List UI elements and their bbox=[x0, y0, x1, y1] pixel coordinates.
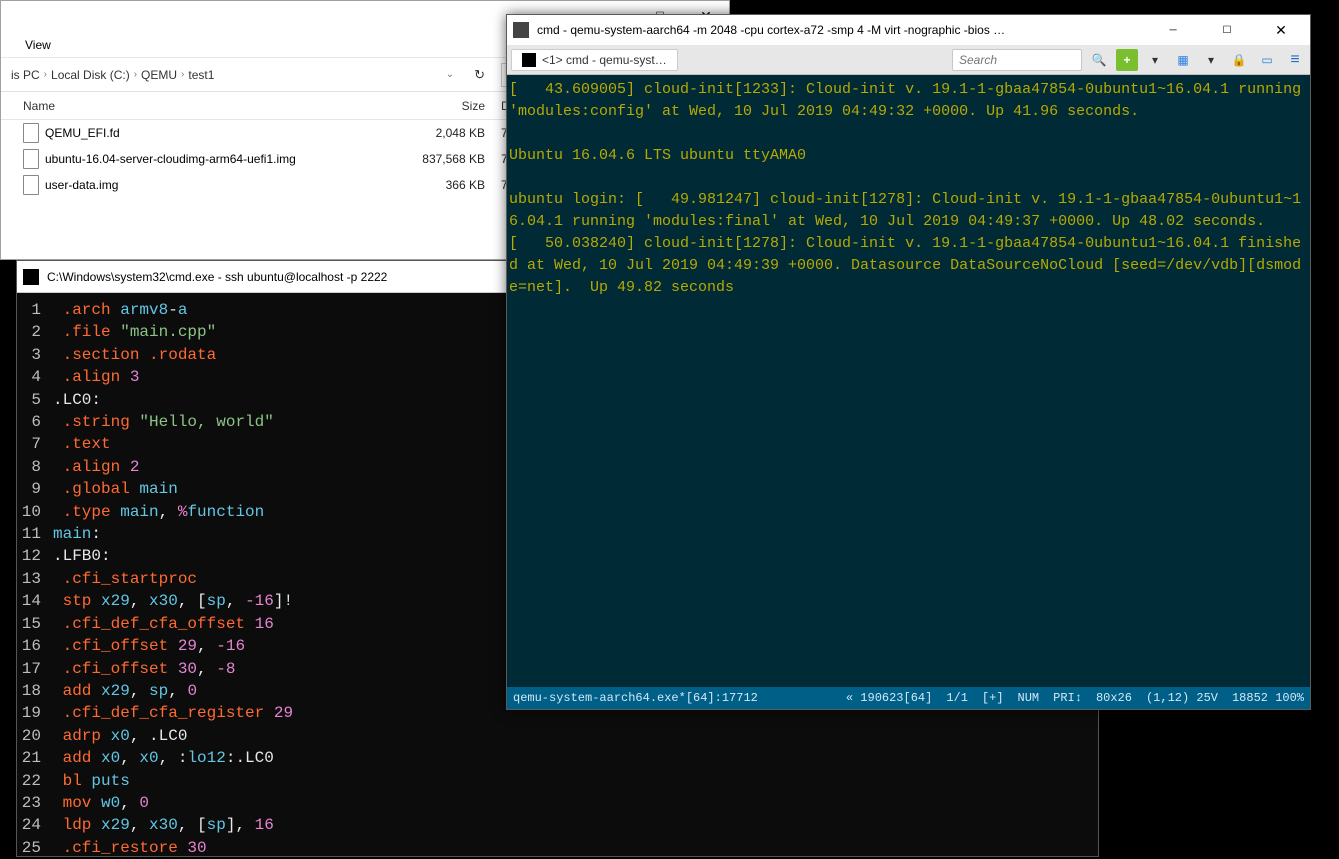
app-icon bbox=[513, 22, 529, 38]
breadcrumb-dropdown-icon[interactable]: ⌄ bbox=[442, 69, 458, 80]
chevron-right-icon: › bbox=[134, 69, 137, 80]
status-segment: 80x26 bbox=[1096, 691, 1132, 705]
status-segment: PRI↕ bbox=[1053, 691, 1082, 705]
line-number: 11 bbox=[17, 523, 53, 545]
cmd-title-text: C:\Windows\system32\cmd.exe - ssh ubuntu… bbox=[47, 270, 387, 284]
line-number: 12 bbox=[17, 545, 53, 567]
file-name: user-data.img bbox=[45, 178, 118, 192]
chevron-right-icon: › bbox=[44, 69, 47, 80]
window-icon[interactable]: ▭ bbox=[1256, 49, 1278, 71]
file-icon bbox=[23, 149, 39, 169]
line-number: 8 bbox=[17, 456, 53, 478]
line-number: 14 bbox=[17, 590, 53, 612]
line-number: 7 bbox=[17, 433, 53, 455]
minimize-button[interactable]: ─ bbox=[1150, 15, 1196, 46]
line-number: 9 bbox=[17, 478, 53, 500]
lock-icon[interactable]: 🔒 bbox=[1228, 49, 1250, 71]
line-number: 21 bbox=[17, 747, 53, 769]
file-size: 837,568 KB bbox=[391, 152, 501, 166]
line-number: 24 bbox=[17, 814, 53, 836]
status-segment: 18852 100% bbox=[1232, 691, 1304, 705]
status-process: qemu-system-aarch64.exe*[64]:17712 bbox=[513, 691, 832, 705]
line-number: 19 bbox=[17, 702, 53, 724]
breadcrumb[interactable]: is PC›Local Disk (C:)›QEMU›test1 bbox=[9, 65, 434, 85]
breadcrumb-segment[interactable]: QEMU bbox=[139, 65, 179, 85]
line-number: 13 bbox=[17, 568, 53, 590]
status-segment: NUM bbox=[1018, 691, 1040, 705]
header-name[interactable]: Name bbox=[1, 99, 391, 113]
breadcrumb-segment[interactable]: is PC bbox=[9, 65, 42, 85]
file-name: QEMU_EFI.fd bbox=[45, 126, 120, 140]
status-segment: (1,12) 25V bbox=[1146, 691, 1218, 705]
file-icon bbox=[23, 175, 39, 195]
menu-icon[interactable]: ≡ bbox=[1284, 49, 1306, 71]
line-number: 15 bbox=[17, 613, 53, 635]
header-size[interactable]: Size bbox=[391, 99, 501, 113]
line-number: 23 bbox=[17, 792, 53, 814]
tab-bar: <1> cmd - qemu-syst… 🔍 + ▾ ▦ ▾ 🔒 ▭ ≡ bbox=[507, 45, 1310, 75]
new-tab-dropdown-icon[interactable]: ▾ bbox=[1144, 49, 1166, 71]
line-number: 20 bbox=[17, 725, 53, 747]
line-number: 3 bbox=[17, 344, 53, 366]
line-number: 5 bbox=[17, 389, 53, 411]
status-segment: [+] bbox=[982, 691, 1004, 705]
line-number: 18 bbox=[17, 680, 53, 702]
line-number: 22 bbox=[17, 770, 53, 792]
qemu-title-text: cmd - qemu-system-aarch64 -m 2048 -cpu c… bbox=[537, 23, 1005, 37]
grid-icon[interactable]: ▦ bbox=[1172, 49, 1194, 71]
file-size: 366 KB bbox=[391, 178, 501, 192]
qemu-titlebar[interactable]: cmd - qemu-system-aarch64 -m 2048 -cpu c… bbox=[507, 15, 1310, 45]
status-bar: qemu-system-aarch64.exe*[64]:17712 « 190… bbox=[507, 687, 1310, 709]
line-number: 16 bbox=[17, 635, 53, 657]
line-number: 17 bbox=[17, 658, 53, 680]
line-number: 10 bbox=[17, 501, 53, 523]
search-icon[interactable]: 🔍 bbox=[1088, 49, 1110, 71]
maximize-button[interactable]: ☐ bbox=[1204, 15, 1250, 46]
file-name: ubuntu-16.04-server-cloudimg-arm64-uefi1… bbox=[45, 152, 296, 166]
tab-cmd[interactable]: <1> cmd - qemu-syst… bbox=[511, 49, 678, 71]
terminal-output[interactable]: [ 43.609005] cloud-init[1233]: Cloud-ini… bbox=[507, 75, 1310, 687]
chevron-right-icon: › bbox=[181, 69, 184, 80]
breadcrumb-segment[interactable]: test1 bbox=[186, 65, 216, 85]
search-input[interactable] bbox=[952, 49, 1082, 71]
status-segment: « 190623[64] bbox=[846, 691, 932, 705]
refresh-icon[interactable]: ↻ bbox=[466, 67, 493, 83]
qemu-terminal-window: cmd - qemu-system-aarch64 -m 2048 -cpu c… bbox=[506, 14, 1311, 710]
status-segment: 1/1 bbox=[946, 691, 968, 705]
line-number: 1 bbox=[17, 299, 53, 321]
grid-dropdown-icon[interactable]: ▾ bbox=[1200, 49, 1222, 71]
file-icon bbox=[23, 123, 39, 143]
cmd-icon bbox=[23, 269, 39, 285]
line-number: 2 bbox=[17, 321, 53, 343]
breadcrumb-segment[interactable]: Local Disk (C:) bbox=[49, 65, 132, 85]
line-number: 25 bbox=[17, 837, 53, 859]
file-size: 2,048 KB bbox=[391, 126, 501, 140]
line-number: 6 bbox=[17, 411, 53, 433]
tab-label: <1> cmd - qemu-syst… bbox=[542, 53, 667, 67]
new-tab-button[interactable]: + bbox=[1116, 49, 1138, 71]
close-button[interactable]: ✕ bbox=[1258, 15, 1304, 46]
cmd-icon bbox=[522, 53, 536, 67]
line-number: 4 bbox=[17, 366, 53, 388]
